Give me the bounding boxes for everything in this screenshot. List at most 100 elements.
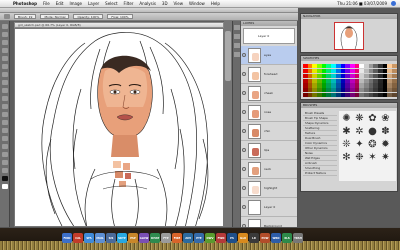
layer-row[interactable]: lips — [241, 141, 297, 160]
brush-setting-item[interactable]: Protect Texture — [303, 171, 337, 176]
menu-help[interactable]: Help — [208, 1, 223, 6]
brush-tip-preset[interactable]: ❊ — [341, 139, 352, 150]
layer-row[interactable]: chin — [241, 122, 297, 141]
layer-visibility-icon[interactable] — [242, 148, 246, 152]
document-canvas[interactable] — [14, 28, 224, 227]
dock-app-icon[interactable]: POW — [260, 233, 270, 243]
layer-visibility-icon[interactable] — [242, 53, 246, 57]
brush-tip-preset[interactable]: ✱ — [341, 126, 352, 137]
magic-wand-tool-icon[interactable] — [2, 48, 8, 53]
menu-image[interactable]: Image — [66, 1, 85, 6]
layer-row[interactable]: cheek — [241, 84, 297, 103]
menu-file[interactable]: File — [40, 1, 53, 6]
brush-tip-preset[interactable]: ✺ — [341, 113, 352, 124]
layer-row[interactable]: highlight — [241, 179, 297, 198]
brush-tip-preset[interactable]: ❋ — [354, 113, 365, 124]
dock-app-icon[interactable]: SFA — [84, 233, 94, 243]
dock-app-icon[interactable]: FIND — [62, 233, 72, 243]
menu-3d[interactable]: 3D — [159, 1, 171, 6]
color-swatch[interactable] — [392, 83, 397, 88]
dock-app-icon[interactable]: XLS — [282, 233, 292, 243]
dock-app-icon[interactable]: AIM — [183, 233, 193, 243]
brush-tip-preset[interactable]: ✲ — [354, 126, 365, 137]
crop-tool-icon[interactable] — [2, 56, 8, 61]
menu-app-name[interactable]: Photoshop — [10, 1, 40, 6]
layer-visibility-icon[interactable] — [242, 205, 246, 209]
scrollbar-thumb[interactable] — [225, 31, 231, 81]
history-brush-tool-icon[interactable] — [2, 96, 8, 101]
brush-size-field[interactable]: Brush: 19 — [14, 14, 37, 19]
color-swatch[interactable] — [392, 78, 397, 83]
color-swatch[interactable] — [392, 73, 397, 78]
dock-app-icon[interactable]: EYE — [194, 233, 204, 243]
pen-tool-icon[interactable] — [2, 128, 8, 133]
opacity-field[interactable]: Opacity: 100% — [73, 14, 104, 19]
layer-row[interactable]: eyes — [241, 46, 297, 65]
shape-tool-icon[interactable] — [2, 152, 8, 157]
layer-visibility-icon[interactable] — [242, 91, 246, 95]
brush-tip-preset[interactable]: ✿ — [367, 113, 378, 124]
dock-app-icon[interactable]: PS — [227, 233, 237, 243]
dock-app-icon[interactable]: FTP — [161, 233, 171, 243]
navigator-preview[interactable] — [334, 22, 364, 50]
background-color-swatch[interactable] — [2, 184, 8, 189]
brush-tip-preset[interactable]: ✦ — [354, 139, 365, 150]
spotlight-icon[interactable] — [391, 1, 396, 6]
navigator-panel-header[interactable]: NAVIGATOR — [301, 14, 397, 19]
eyedropper-tool-icon[interactable] — [2, 64, 8, 69]
dock-app-icon[interactable]: MAIL — [95, 233, 105, 243]
flow-field[interactable]: Flow: 100% — [107, 14, 133, 19]
layer-visibility-icon[interactable] — [242, 186, 246, 190]
canvas-vertical-scrollbar[interactable] — [224, 21, 232, 227]
dock-app-icon[interactable]: ESP — [128, 233, 138, 243]
brush-tool-icon[interactable] — [2, 80, 8, 85]
dock-app-icon[interactable]: FIRE — [172, 233, 182, 243]
history-snapshot[interactable]: Layer 0 — [243, 28, 295, 44]
brush-tip-preset[interactable]: ❉ — [354, 152, 365, 163]
lasso-tool-icon[interactable] — [2, 40, 8, 45]
clone-stamp-tool-icon[interactable] — [2, 88, 8, 93]
dock-app-icon[interactable]: WRD — [271, 233, 281, 243]
dock-app-icon[interactable]: DWV — [205, 233, 215, 243]
dock-app-icon[interactable]: TRSH — [293, 233, 303, 243]
dock-app-icon[interactable]: SKYP — [117, 233, 127, 243]
layer-visibility-icon[interactable] — [242, 110, 246, 114]
blend-mode-field[interactable]: Mode: Normal — [40, 14, 70, 19]
hand-tool-icon[interactable] — [2, 160, 8, 165]
dock-app-icon[interactable]: SIS — [106, 233, 116, 243]
menu-analysis[interactable]: Analysis — [136, 1, 158, 6]
dock-app-icon[interactable]: LR — [249, 233, 259, 243]
color-swatch[interactable] — [392, 88, 397, 93]
path-selection-tool-icon[interactable] — [2, 144, 8, 149]
menu-filter[interactable]: Filter — [121, 1, 137, 6]
brush-tip-preset[interactable]: ✶ — [367, 152, 378, 163]
layer-visibility-icon[interactable] — [242, 129, 246, 133]
layer-visibility-icon[interactable] — [242, 72, 246, 76]
foreground-color-swatch[interactable] — [2, 176, 8, 181]
menu-edit[interactable]: Edit — [53, 1, 67, 6]
brush-tip-preset[interactable]: ✻ — [341, 152, 352, 163]
brush-tip-preset[interactable]: ● — [367, 126, 378, 137]
healing-tool-icon[interactable] — [2, 72, 8, 77]
color-swatch[interactable] — [392, 64, 397, 69]
menubar-clock[interactable]: Thu 21:06 ■ 03/07/2009 — [337, 1, 387, 6]
brush-tip-preset[interactable]: ✷ — [380, 152, 391, 163]
layer-row[interactable]: nose — [241, 103, 297, 122]
dock-app-icon[interactable]: ILLU — [238, 233, 248, 243]
layer-visibility-icon[interactable] — [242, 167, 246, 171]
layer-row[interactable]: Layer 0 — [241, 198, 297, 217]
dodge-tool-icon[interactable] — [2, 120, 8, 125]
layers-panel-header[interactable]: LAYERS — [241, 21, 297, 26]
brush-tip-preset[interactable]: ❀ — [380, 113, 391, 124]
menu-select[interactable]: Select — [102, 1, 120, 6]
zoom-tool-icon[interactable] — [2, 168, 8, 173]
dock-app-icon[interactable]: CAL — [73, 233, 83, 243]
type-tool-icon[interactable] — [2, 136, 8, 141]
brush-tip-preset[interactable]: ✹ — [380, 139, 391, 150]
layer-row[interactable]: forehead — [241, 65, 297, 84]
dock-app-icon[interactable]: ICHAT — [150, 233, 160, 243]
swatches-panel-header[interactable]: SWATCHES — [301, 56, 397, 61]
gradient-tool-icon[interactable] — [2, 112, 8, 117]
dock-app-icon[interactable]: FWN — [216, 233, 226, 243]
tool-preset-icon[interactable] — [4, 14, 10, 19]
